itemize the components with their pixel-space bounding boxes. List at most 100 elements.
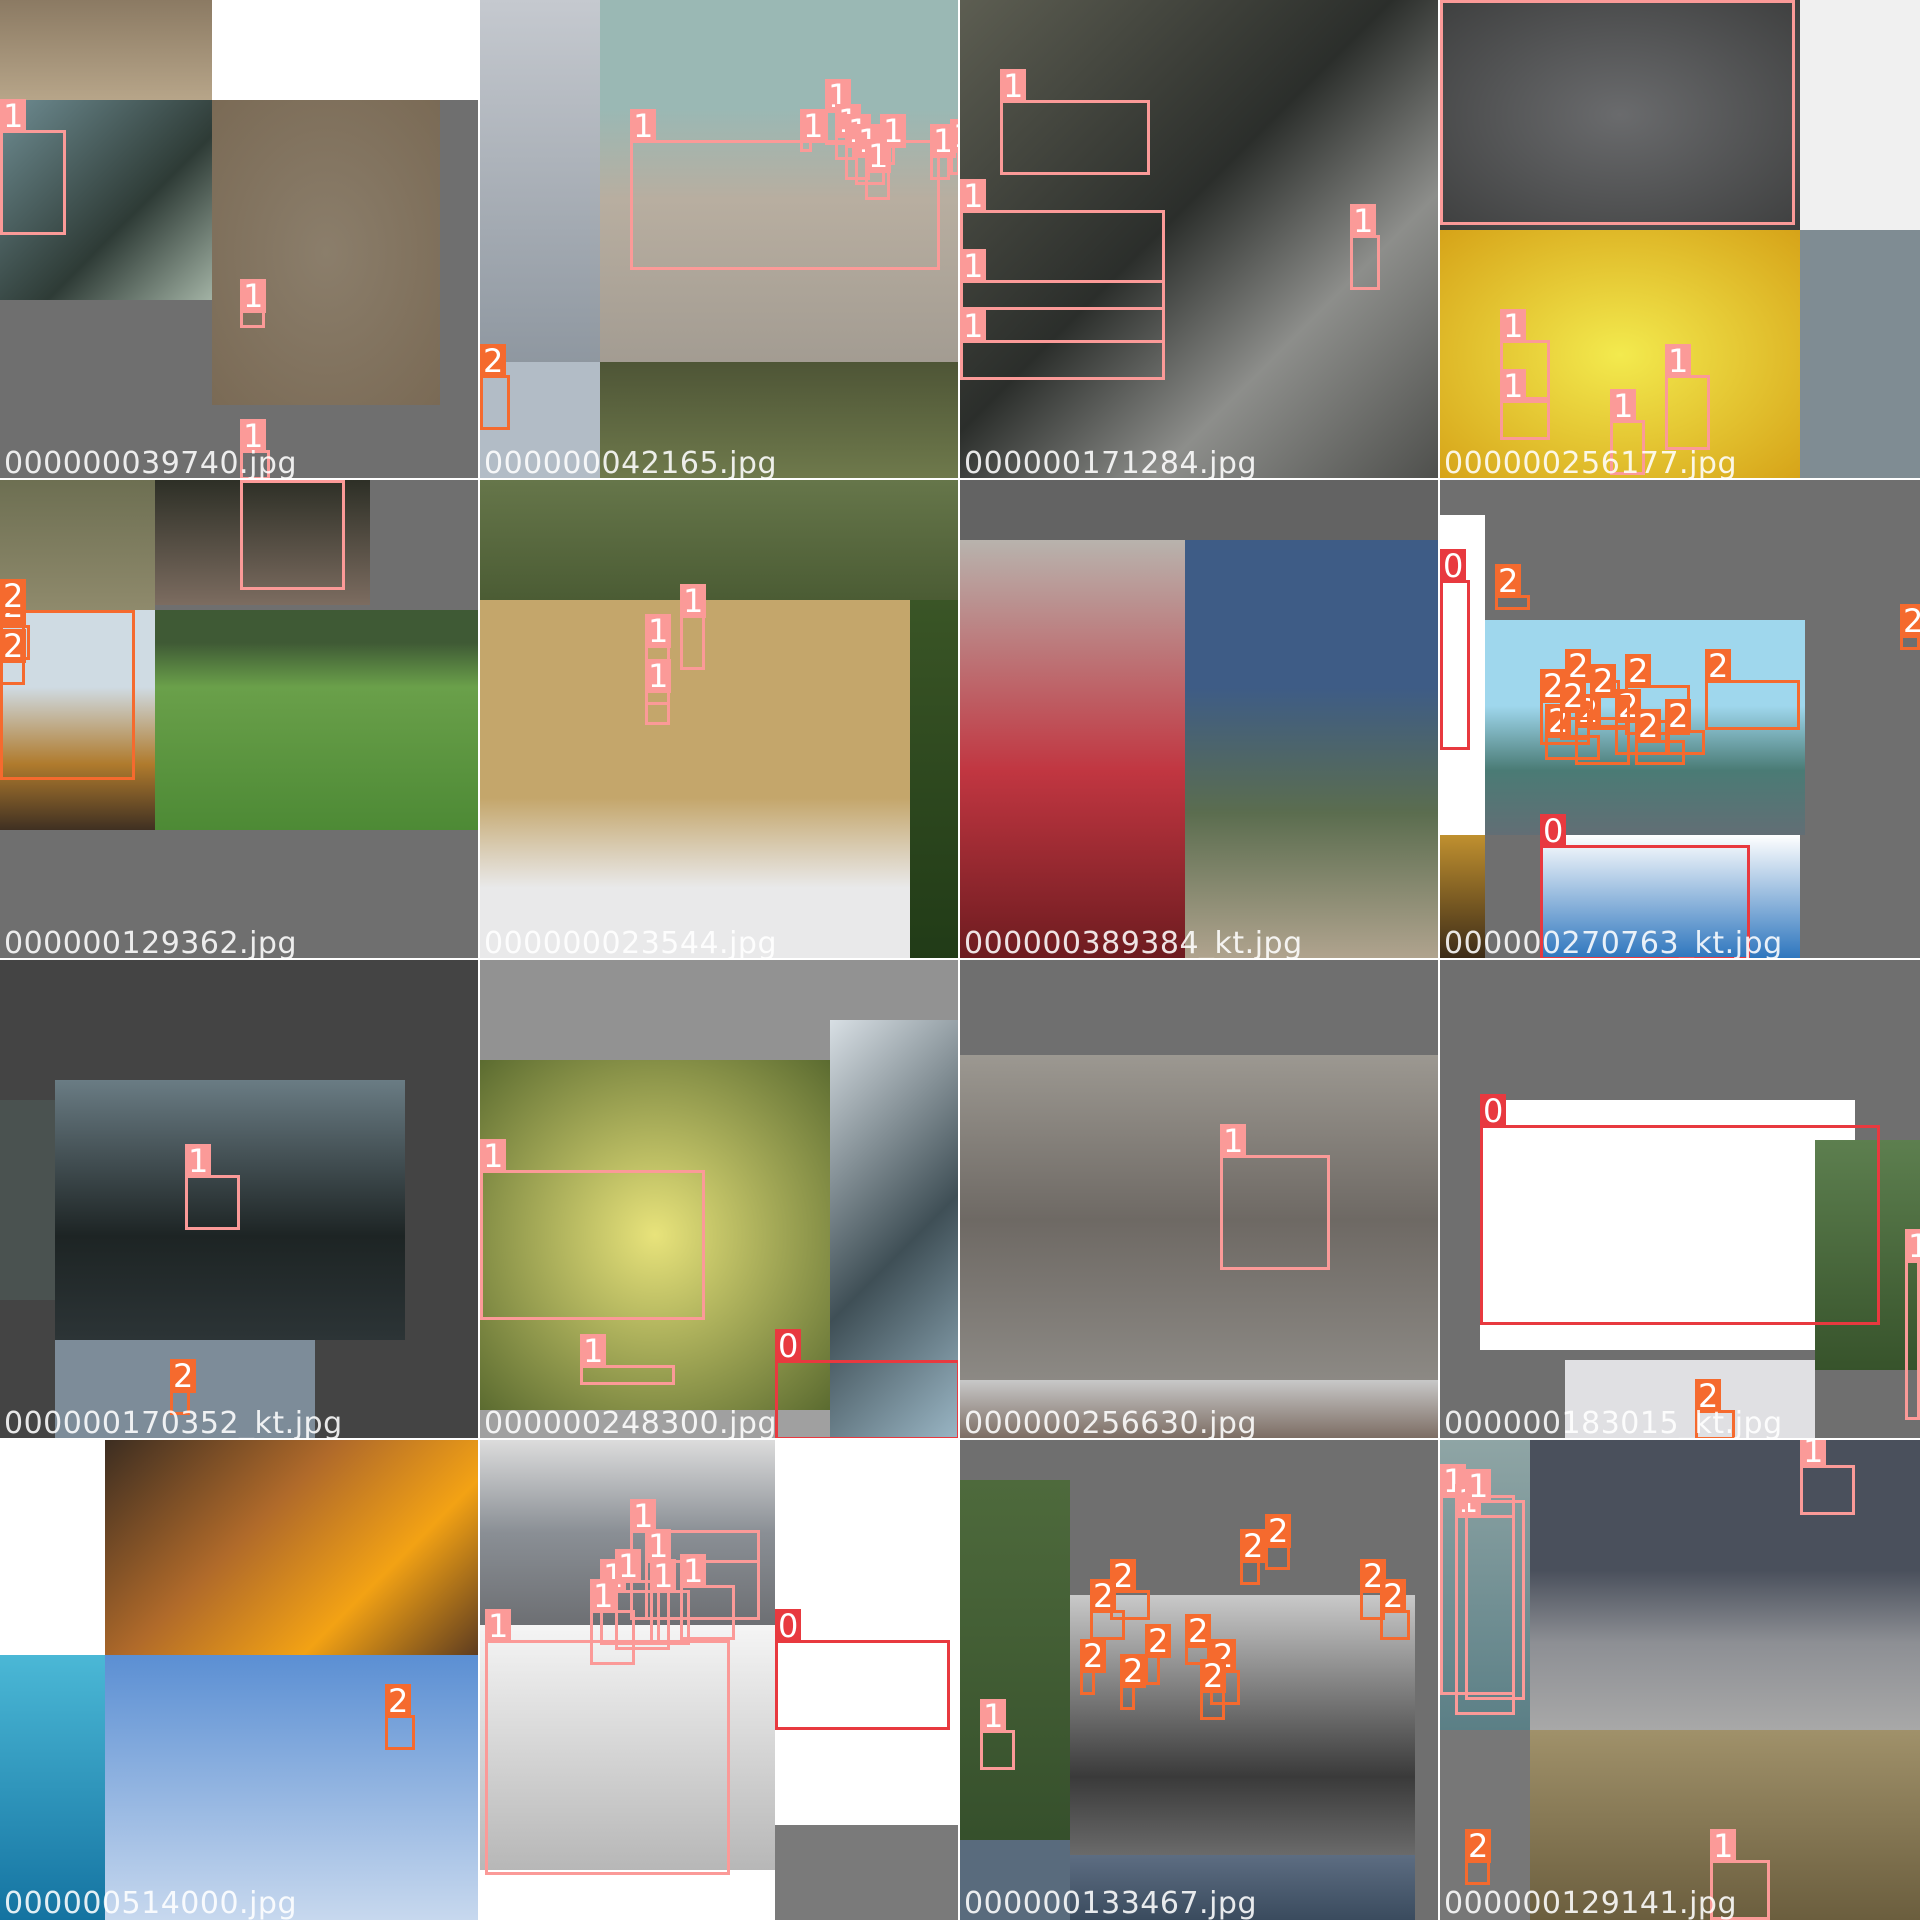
bbox-class-2: 2 bbox=[1090, 1579, 1125, 1640]
bbox-label: 1 bbox=[1665, 344, 1692, 378]
bbox-class-1: 1 bbox=[485, 1609, 730, 1875]
photo-patch bbox=[1530, 1440, 1920, 1730]
mosaic-tile: 1 1 0 000000248300.jpg bbox=[478, 958, 962, 1442]
photo-patch bbox=[105, 1655, 480, 1920]
bbox-label: 1 bbox=[800, 109, 827, 143]
bbox-class-1: 1 bbox=[680, 1554, 735, 1640]
bbox-label: 2 bbox=[1145, 1624, 1172, 1658]
bbox-class-1: 1 bbox=[800, 109, 827, 152]
bbox-label: 2 bbox=[1495, 564, 1522, 598]
bbox-class-2: 2 bbox=[1590, 664, 1630, 730]
bbox-label: 1 bbox=[485, 1609, 512, 1643]
bbox-label: 1 bbox=[1610, 389, 1637, 423]
bbox-class-1: 1 bbox=[1665, 344, 1710, 450]
bbox-label: 0 bbox=[1440, 549, 1467, 583]
bbox-class-1: 1 bbox=[880, 114, 907, 165]
bbox-label: 1 bbox=[1440, 0, 1467, 3]
bbox-label: 2 bbox=[170, 1359, 197, 1393]
bbox-label: 1 bbox=[1500, 309, 1527, 343]
bbox-class-2: 2 bbox=[1380, 1579, 1410, 1640]
photo-patch bbox=[1185, 540, 1440, 960]
bbox-label: 2 bbox=[1090, 1579, 1117, 1613]
mosaic-tile: 2 000000514000.jpg bbox=[0, 1438, 482, 1920]
photo-patch bbox=[0, 0, 212, 100]
mosaic-tile: 0 0 2 2 2 2 2 2 2 2 2 2 2 2 2 000000270763_kt.jpg bbox=[1438, 478, 1920, 962]
bbox-label: 1 bbox=[1465, 1469, 1492, 1503]
bbox-class-0: 0 bbox=[1440, 549, 1470, 750]
photo-patch bbox=[910, 600, 960, 960]
tile-filename: 000000270763_kt.jpg bbox=[1444, 926, 1783, 960]
mosaic-tile: 111112000000129141.jpg bbox=[1438, 1438, 1920, 1920]
bbox-label: 1 bbox=[480, 1139, 507, 1173]
bbox-class-1: 1 bbox=[1905, 1229, 1920, 1420]
bbox-label: 0 bbox=[775, 1329, 802, 1363]
mosaic-tile: 1 2 000000170352_kt.jpg bbox=[0, 958, 482, 1442]
bbox-label: 1 bbox=[1800, 1440, 1827, 1468]
bbox-class-2: 2 bbox=[480, 344, 510, 430]
bbox-class-1: 1 bbox=[480, 1139, 705, 1320]
bbox-label: 2 bbox=[0, 579, 27, 613]
bbox-label: 2 bbox=[1665, 699, 1692, 733]
photo-patch bbox=[960, 480, 1440, 540]
photo-patch bbox=[212, 100, 440, 405]
bbox-class-1: 1 bbox=[960, 309, 1165, 380]
bbox-class-2: 2 bbox=[1665, 699, 1705, 755]
mosaic-tile: 11111000000256177.jpg bbox=[1438, 0, 1920, 482]
bbox-class-0: 0 bbox=[775, 1329, 960, 1440]
mosaic-tile: 1 000000256630.jpg bbox=[958, 958, 1442, 1442]
photo-patch bbox=[105, 1440, 480, 1655]
mosaic-tile: 1 1 1 000000039740.jpg bbox=[0, 0, 482, 482]
bbox-class-1: 1 bbox=[1800, 1440, 1855, 1515]
tile-filename: 000000133467.jpg bbox=[964, 1886, 1257, 1920]
tile-filename: 000000514000.jpg bbox=[4, 1886, 297, 1920]
tile-filename: 000000170352_kt.jpg bbox=[4, 1406, 343, 1440]
photo-patch bbox=[1800, 0, 1920, 230]
bbox-label: 0 bbox=[1480, 1094, 1507, 1128]
bbox-label: 1 bbox=[240, 480, 267, 483]
bbox-label: 1 bbox=[630, 109, 657, 143]
bbox-class-1: 1 bbox=[950, 119, 960, 175]
tile-filename: 000000042165.jpg bbox=[484, 446, 777, 480]
tile-filename: 000000452674.jpg bbox=[484, 1886, 777, 1920]
bbox-label: 2 bbox=[1265, 1514, 1292, 1548]
tile-filename: 000000183015_kt.jpg bbox=[1444, 1406, 1783, 1440]
bbox-label: 2 bbox=[1200, 1659, 1227, 1693]
bbox-class-0: 0 bbox=[775, 1609, 950, 1730]
mosaic-tile: 12222111000000129362.jpg bbox=[0, 478, 482, 962]
bbox-class-2: 2 bbox=[1240, 1529, 1267, 1585]
bbox-label: 1 bbox=[645, 659, 672, 693]
bbox-class-2: 2 bbox=[1495, 564, 1530, 610]
bbox-class-1: 1 bbox=[980, 1699, 1015, 1770]
bbox-label: 1 bbox=[1000, 69, 1027, 103]
bbox-label: 2 bbox=[1625, 654, 1652, 688]
bbox-class-2: 2 bbox=[1560, 679, 1590, 740]
bbox-label: 2 bbox=[385, 1684, 412, 1718]
bbox-label: 1 bbox=[580, 1334, 607, 1368]
mosaic-tile: 000000389384_kt.jpg bbox=[958, 478, 1442, 962]
bbox-label: 1 bbox=[960, 179, 987, 213]
photo-patch bbox=[960, 1055, 1440, 1385]
bbox-class-1: 1 bbox=[1500, 369, 1550, 440]
tile-filename: 000000023544.jpg bbox=[484, 926, 777, 960]
bbox-label: 0 bbox=[775, 1609, 802, 1643]
bbox-class-1: 1 bbox=[590, 1579, 635, 1665]
bbox-class-2: 2 bbox=[1145, 1624, 1172, 1685]
bbox-label: 1 bbox=[950, 119, 960, 153]
bbox-label: 1 bbox=[240, 279, 267, 313]
tile-filename: 000000256630.jpg bbox=[964, 1406, 1257, 1440]
photo-patch bbox=[960, 960, 1440, 1055]
bbox-class-1: 1 bbox=[240, 279, 267, 328]
photo-patch bbox=[775, 1825, 960, 1920]
bbox-class-2: 2 bbox=[1265, 1514, 1292, 1570]
bbox-class-1: 1 bbox=[645, 659, 672, 725]
bbox-label: 1 bbox=[590, 1579, 617, 1613]
bbox-label: 1 bbox=[185, 1144, 212, 1178]
tile-filename: 000000171284.jpg bbox=[964, 446, 1257, 480]
bbox-class-1: 1 bbox=[865, 139, 892, 200]
bbox-class-2: 2 bbox=[1120, 1654, 1147, 1710]
bbox-class-1: 1 bbox=[1465, 1469, 1525, 1700]
bbox-label: 1 bbox=[960, 309, 987, 343]
photo-patch bbox=[0, 1440, 105, 1655]
bbox-label: 1 bbox=[960, 249, 987, 283]
bbox-label: 2 bbox=[1240, 1529, 1267, 1563]
